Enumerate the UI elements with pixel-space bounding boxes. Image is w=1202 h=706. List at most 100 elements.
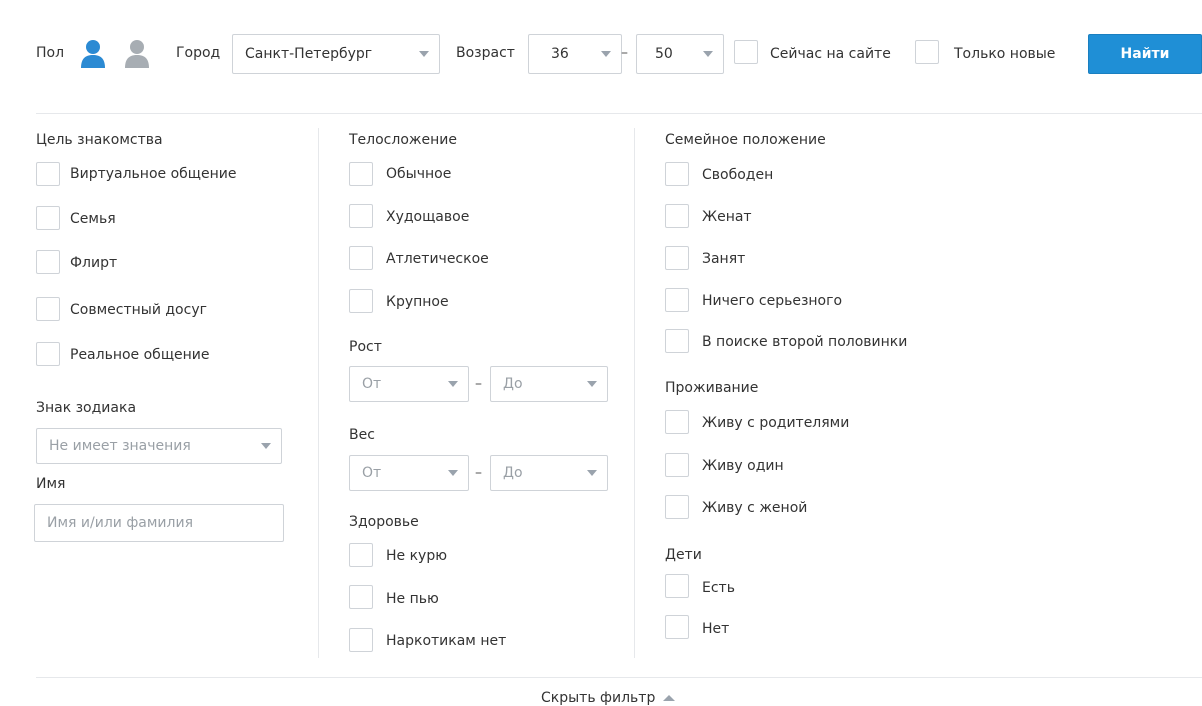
living-label-alone: Живу один — [702, 458, 784, 474]
purpose-checkbox-real[interactable] — [36, 342, 60, 366]
purpose-label-virtual: Виртуальное общение — [70, 166, 237, 182]
chevron-down-icon — [587, 381, 597, 387]
body-checkbox-slim[interactable] — [349, 204, 373, 228]
online-now-checkbox[interactable] — [734, 40, 758, 64]
health-title: Здоровье — [349, 514, 419, 530]
hide-filter-label: Скрыть фильтр — [541, 690, 656, 706]
marital-checkbox-free[interactable] — [665, 162, 689, 186]
weight-from-select[interactable]: От — [349, 455, 469, 491]
chevron-down-icon — [448, 470, 458, 476]
health-label-no-smoking: Не курю — [386, 548, 448, 564]
height-from-value: От — [362, 376, 382, 392]
bottom-divider — [36, 677, 1202, 678]
living-label-parents: Живу с родителями — [702, 415, 850, 431]
health-label-no-drinking: Не пью — [386, 591, 439, 607]
purpose-label-family: Семья — [70, 211, 116, 227]
purpose-title: Цель знакомства — [36, 132, 163, 148]
chevron-down-icon — [703, 51, 713, 57]
user-male-icon[interactable] — [80, 38, 106, 68]
name-input[interactable] — [35, 505, 283, 541]
chevron-down-icon — [448, 381, 458, 387]
zodiac-select[interactable]: Не имеет значения — [36, 428, 282, 464]
age-from-select[interactable]: 36 — [528, 34, 622, 74]
marital-label-taken: Занят — [702, 251, 746, 267]
zodiac-select-value: Не имеет значения — [49, 438, 191, 454]
body-checkbox-large[interactable] — [349, 289, 373, 313]
marital-label-searching: В поиске второй половинки — [702, 334, 908, 350]
marital-checkbox-married[interactable] — [665, 204, 689, 228]
height-to-select[interactable]: До — [490, 366, 608, 402]
online-now-label: Сейчас на сайте — [770, 46, 891, 62]
only-new-checkbox[interactable] — [915, 40, 939, 64]
chevron-up-icon — [663, 695, 676, 701]
body-label-normal: Обычное — [386, 166, 452, 182]
city-label: Город — [176, 45, 221, 61]
health-checkbox-no-drugs[interactable] — [349, 628, 373, 652]
city-select[interactable]: Санкт-Петербург — [232, 34, 440, 74]
age-to-select[interactable]: 50 — [636, 34, 724, 74]
chevron-down-icon — [601, 51, 611, 57]
marital-checkbox-searching[interactable] — [665, 329, 689, 353]
weight-title: Вес — [349, 427, 375, 443]
hide-filter-toggle[interactable]: Скрыть фильтр — [541, 689, 676, 706]
children-checkbox-yes[interactable] — [665, 574, 689, 598]
body-checkbox-normal[interactable] — [349, 162, 373, 186]
body-label-slim: Худощавое — [386, 209, 470, 225]
marital-checkbox-taken[interactable] — [665, 246, 689, 270]
name-field[interactable] — [34, 504, 284, 542]
purpose-label-flirt: Флирт — [70, 255, 118, 271]
age-label: Возраст — [456, 45, 515, 61]
name-title: Имя — [36, 476, 66, 492]
age-to-value: 50 — [655, 46, 673, 62]
age-separator: – — [621, 45, 628, 61]
health-checkbox-no-drinking[interactable] — [349, 585, 373, 609]
purpose-checkbox-flirt[interactable] — [36, 250, 60, 274]
living-label-wife: Живу с женой — [702, 500, 808, 516]
living-checkbox-wife[interactable] — [665, 495, 689, 519]
height-to-value: До — [503, 376, 523, 392]
living-checkbox-parents[interactable] — [665, 410, 689, 434]
top-divider — [36, 113, 1202, 114]
children-label-yes: Есть — [702, 580, 735, 596]
body-title: Телосложение — [349, 132, 457, 148]
city-select-value: Санкт-Петербург — [245, 46, 373, 62]
age-from-value: 36 — [551, 46, 569, 62]
only-new-label: Только новые — [954, 46, 1056, 62]
purpose-checkbox-family[interactable] — [36, 206, 60, 230]
children-checkbox-no[interactable] — [665, 615, 689, 639]
marital-label-nothing-serious: Ничего серьезного — [702, 293, 843, 309]
gender-label: Пол — [36, 45, 65, 61]
marital-label-married: Женат — [702, 209, 752, 225]
marital-checkbox-nothing-serious[interactable] — [665, 288, 689, 312]
purpose-label-leisure: Совместный досуг — [70, 302, 207, 318]
weight-to-value: До — [503, 465, 523, 481]
living-title: Проживание — [665, 380, 759, 396]
column-divider-1 — [318, 128, 319, 658]
marital-label-free: Свободен — [702, 167, 774, 183]
living-checkbox-alone[interactable] — [665, 453, 689, 477]
user-female-icon[interactable] — [124, 38, 150, 68]
marital-title: Семейное положение — [665, 132, 826, 148]
children-label-no: Нет — [702, 621, 730, 637]
body-checkbox-athletic[interactable] — [349, 246, 373, 270]
body-label-athletic: Атлетическое — [386, 251, 489, 267]
children-title: Дети — [665, 547, 702, 563]
weight-to-select[interactable]: До — [490, 455, 608, 491]
find-button[interactable]: Найти — [1088, 34, 1202, 74]
chevron-down-icon — [419, 51, 429, 57]
chevron-down-icon — [587, 470, 597, 476]
zodiac-title: Знак зодиака — [36, 400, 137, 416]
height-separator: – — [475, 376, 482, 392]
health-checkbox-no-smoking[interactable] — [349, 543, 373, 567]
health-label-no-drugs: Наркотикам нет — [386, 633, 507, 649]
column-divider-2 — [634, 128, 635, 658]
purpose-checkbox-leisure[interactable] — [36, 297, 60, 321]
purpose-checkbox-virtual[interactable] — [36, 162, 60, 186]
purpose-label-real: Реальное общение — [70, 347, 210, 363]
weight-from-value: От — [362, 465, 382, 481]
body-label-large: Крупное — [386, 294, 449, 310]
height-title: Рост — [349, 339, 382, 355]
height-from-select[interactable]: От — [349, 366, 469, 402]
chevron-down-icon — [261, 443, 271, 449]
weight-separator: – — [475, 465, 482, 481]
